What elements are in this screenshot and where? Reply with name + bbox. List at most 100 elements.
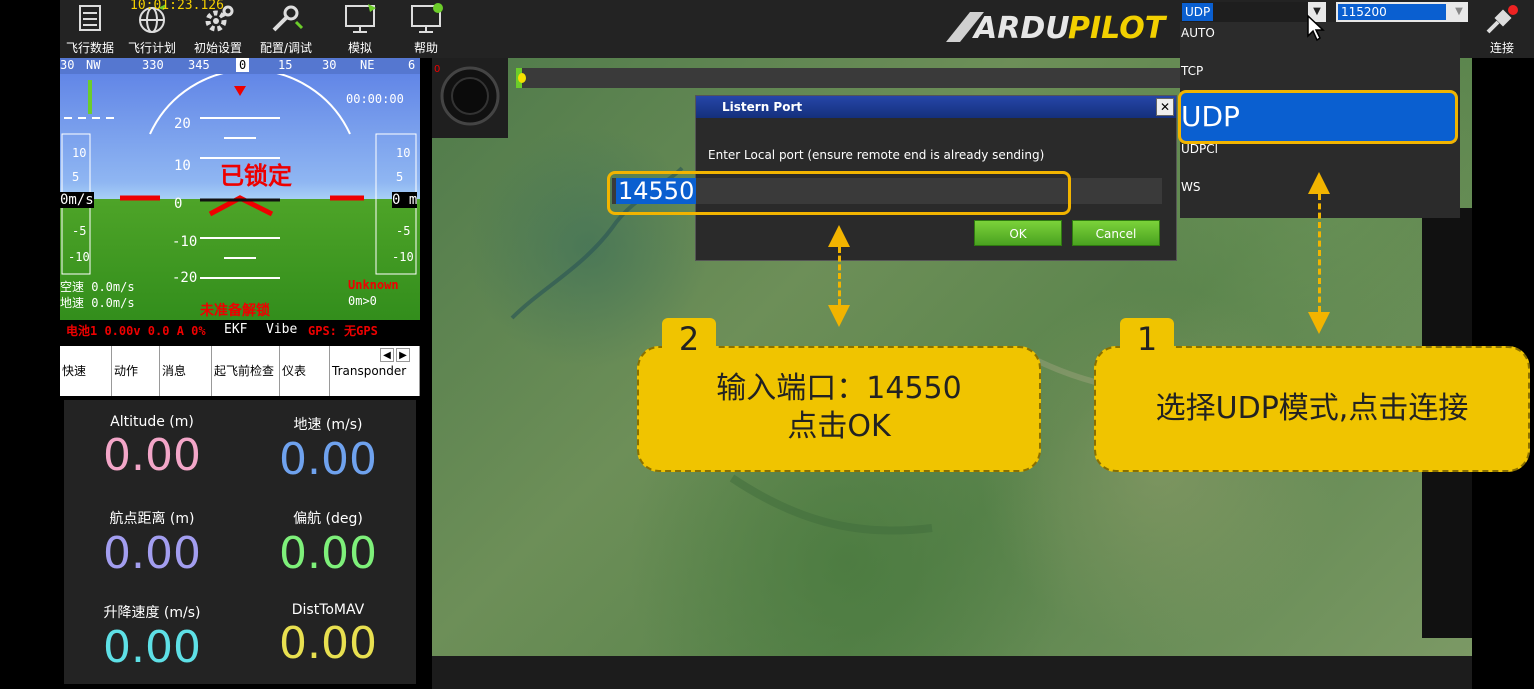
map-joystick[interactable] (432, 58, 508, 138)
quick-value: 0.00 (103, 622, 201, 673)
mouse-cursor-icon (1307, 14, 1325, 42)
ekf-status[interactable]: EKF (224, 322, 247, 337)
tab-messages[interactable]: 消息 (160, 346, 212, 396)
arrow-down-icon (1308, 312, 1330, 334)
quick-title: 航点距离 (m) (109, 511, 195, 527)
speed-readout: 0m/s (60, 192, 94, 208)
close-icon[interactable]: ✕ (1156, 98, 1174, 116)
compass-mark: 15 (278, 58, 293, 72)
help-monitor-icon (411, 3, 443, 33)
quick-dist-to-mav[interactable]: DistToMAV 0.00 (240, 588, 416, 682)
quick-groundspeed[interactable]: 地速 (m/s) 0.00 (240, 400, 416, 494)
help-button[interactable]: 帮助 (396, 0, 456, 58)
map-bottom-bar (432, 656, 1472, 689)
ardupilot-logo: ARDU PILOT (946, 11, 1168, 46)
compass-heading: 0 (236, 58, 250, 72)
port-input-highlight (607, 171, 1071, 215)
simulation-button[interactable]: 模拟 (330, 0, 390, 58)
quick-title: Altitude (m) (110, 414, 194, 430)
compass-mark: 30 (322, 58, 337, 72)
compass-mark: 330 (142, 58, 164, 72)
quick-altitude[interactable]: Altitude (m) 0.00 (64, 400, 240, 494)
dashed-connector (1318, 194, 1321, 312)
quick-value: 0.00 (103, 430, 201, 481)
tab-scroll-right-icon[interactable]: ▶ (396, 348, 410, 362)
pitch-mark: 20 (174, 116, 191, 132)
airspeed-readout: 空速 0.0m/s (60, 280, 135, 294)
help-label: 帮助 (413, 41, 438, 55)
not-ready-to-arm: 未准备解锁 (200, 303, 270, 319)
pitch-mark: 0 (174, 196, 183, 212)
speed-scale-mark: 10 (72, 146, 87, 160)
connect-button[interactable]: 连接 (1474, 0, 1530, 58)
connection-type-select[interactable]: UDP ▼ (1182, 2, 1326, 22)
arrow-up-icon (1308, 172, 1330, 194)
speed-scale-mark: -5 (72, 224, 87, 238)
wrench-icon (272, 5, 304, 32)
chevron-down-icon[interactable]: ▼ (1450, 2, 1468, 22)
tab-actions[interactable]: 动作 (112, 346, 160, 396)
tab-preflight[interactable]: 起飞前检查 (212, 346, 280, 396)
arm-status-locked: 已锁定 (220, 162, 292, 190)
speed-scale-mark: -10 (68, 250, 90, 264)
tab-gauges[interactable]: 仪表 (280, 346, 330, 396)
baud-rate-value: 115200 (1338, 4, 1446, 20)
quick-value: 0.00 (279, 618, 377, 669)
udp-item-highlight (1178, 90, 1458, 144)
step2-line2: 点击OK (787, 409, 891, 444)
flight-data-button[interactable]: 飞行数据 (60, 0, 120, 58)
alt-scale-mark: 10 (396, 146, 411, 160)
compass-tape: 30 NW 330 345 0 15 30 NE 6 (60, 58, 420, 74)
quick-climb-rate[interactable]: 升降速度 (m/s) 0.00 (64, 588, 240, 682)
logo-text-pilot: PILOT (1068, 11, 1168, 46)
speed-scale-mark: 5 (72, 170, 80, 184)
compass-mark: NE (360, 58, 375, 72)
step1-badge: 1 (1120, 318, 1174, 366)
quick-value: 0.00 (279, 434, 377, 485)
baud-rate-select[interactable]: 115200 ▼ (1336, 2, 1468, 22)
tab-quick[interactable]: 快速 (60, 346, 112, 396)
logo-text-ardu: ARDU (972, 11, 1070, 46)
quick-wp-distance[interactable]: 航点距离 (m) 0.00 (64, 494, 240, 588)
arrow-up-icon (828, 225, 850, 247)
quick-value: 0.00 (103, 528, 201, 579)
flight-data-label: 飞行数据 (65, 41, 114, 55)
distance-readout: 0m>0 (348, 294, 377, 308)
compass-mark: 345 (188, 58, 210, 72)
gps-status: GPS: 无GPS (308, 324, 378, 338)
alt-readout: 0 m (392, 192, 418, 208)
quick-title: DistToMAV (291, 602, 365, 618)
alt-scale-mark: -10 (392, 250, 414, 264)
progress-handle[interactable] (518, 73, 526, 83)
arrow-down-icon (828, 305, 850, 327)
quick-value: 0.00 (279, 528, 377, 579)
tab-scroll-left-icon[interactable]: ◀ (380, 348, 394, 362)
dropdown-item-tcp[interactable]: TCP (1180, 64, 1460, 78)
step2-badge: 2 (662, 318, 716, 366)
pitch-mark: -10 (172, 234, 198, 250)
config-tuning-label: 配置/调试 (259, 41, 313, 55)
ok-button[interactable]: OK (974, 220, 1062, 246)
cancel-button[interactable]: Cancel (1072, 220, 1160, 246)
flight-data-icon (79, 5, 101, 31)
hud-time: 00:00:00 (346, 92, 404, 106)
quick-yaw[interactable]: 偏航 (deg) 0.00 (240, 494, 416, 588)
pitch-mark: -20 (172, 270, 198, 286)
step2-line1: 输入端口：14550 (716, 371, 962, 406)
initial-setup-label: 初始设置 (193, 41, 242, 55)
battery-status: 电池1 0.00v 0.0 A 0% (66, 324, 206, 338)
map-progress-bar (516, 68, 1262, 88)
flight-mode-unknown: Unknown (348, 278, 399, 292)
connect-label: 连接 (1489, 41, 1514, 55)
hud-display: 30 NW 330 345 0 15 30 NE 6 00:00:00 已锁定 … (60, 58, 420, 340)
compass-mark: 6 (408, 58, 416, 72)
vibe-status[interactable]: Vibe (266, 322, 297, 337)
dropdown-item-udpcl[interactable]: UDPCl (1180, 142, 1460, 156)
step1-text: 选择UDP模式,点击连接 (1155, 391, 1469, 426)
dashed-connector (838, 247, 841, 305)
plug-icon (1486, 5, 1518, 34)
hud-status-bar: 电池1 0.00v 0.0 A 0% EKF Vibe GPS: 无GPS (60, 320, 420, 340)
config-tuning-button[interactable]: 配置/调试 (256, 0, 316, 58)
pitch-mark: 10 (174, 158, 191, 174)
groundspeed-readout: 地速 0.0m/s (60, 296, 135, 310)
